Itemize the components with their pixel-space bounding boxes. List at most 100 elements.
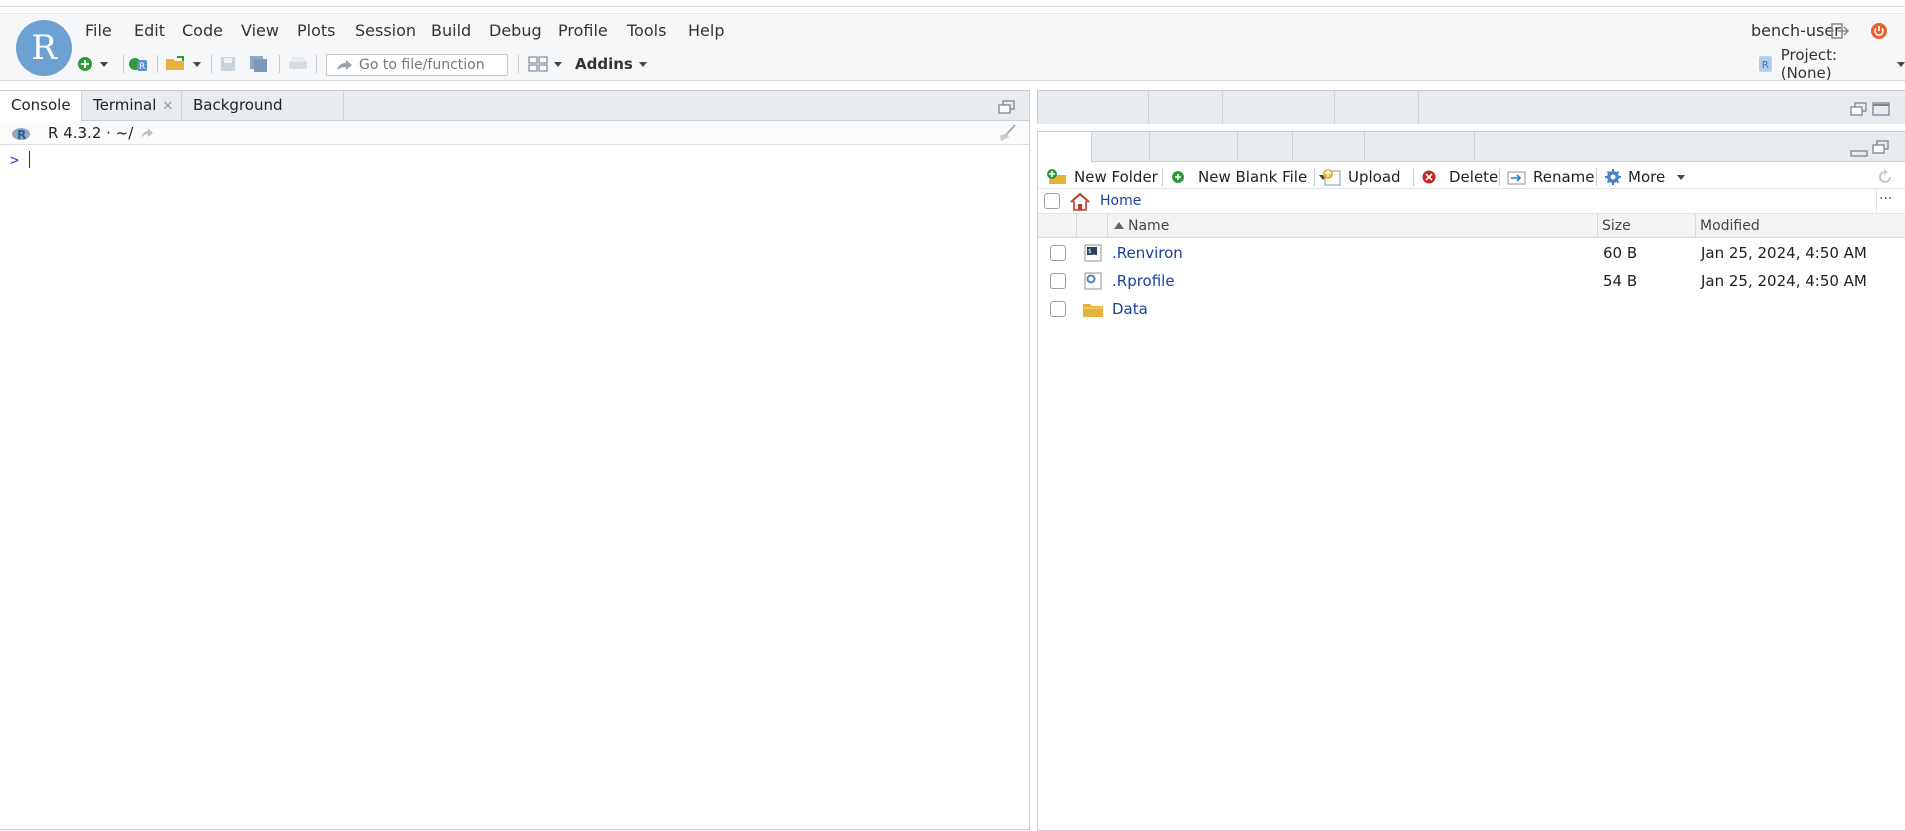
- new-project-button[interactable]: R: [128, 53, 148, 75]
- table-row[interactable]: $_ .Renviron 60 B Jan 25, 2024, 4:50 AM: [1038, 239, 1905, 267]
- console-tabstrip: Console Terminal✕ Background Jobs✕: [0, 91, 1029, 142]
- breadcrumb-home[interactable]: Home: [1100, 189, 1141, 213]
- row-checkbox[interactable]: [1050, 245, 1066, 261]
- new-file-icon: [78, 57, 92, 71]
- open-file-button[interactable]: [165, 53, 201, 75]
- folder-open-icon: [166, 56, 184, 70]
- menu-tools[interactable]: Tools: [627, 14, 666, 48]
- upload-button[interactable]: Upload: [1322, 167, 1401, 187]
- menu-debug[interactable]: Debug: [489, 14, 542, 48]
- gear-icon: [1605, 169, 1621, 185]
- go-to-directory-icon[interactable]: [140, 127, 154, 139]
- column-size-header[interactable]: Size: [1597, 214, 1695, 238]
- chevron-down-icon: [1677, 174, 1686, 180]
- tab-packages[interactable]: [1150, 132, 1238, 162]
- more-button[interactable]: More: [1604, 167, 1686, 187]
- sign-out-icon[interactable]: [1831, 23, 1849, 39]
- files-tabstrip: [1038, 132, 1905, 163]
- tab-console[interactable]: Console: [0, 91, 82, 122]
- menu-view[interactable]: View: [241, 14, 279, 48]
- tab-tutorial[interactable]: [1335, 91, 1419, 124]
- project-menu[interactable]: R Project: (None): [1757, 46, 1905, 82]
- column-name-header[interactable]: Name: [1107, 214, 1597, 238]
- close-icon[interactable]: ✕: [162, 99, 173, 114]
- menu-edit[interactable]: Edit: [134, 14, 165, 48]
- rename-button[interactable]: Rename: [1507, 167, 1595, 187]
- menu-code[interactable]: Code: [182, 14, 223, 48]
- select-all-checkbox[interactable]: [1044, 193, 1060, 209]
- maximize-pane-icon[interactable]: [1872, 102, 1890, 116]
- svg-text:R: R: [17, 128, 26, 142]
- restore-pane-icon[interactable]: [1850, 102, 1868, 116]
- upload-icon: [1323, 169, 1341, 186]
- addins-menu[interactable]: Addins: [575, 53, 647, 75]
- console-cursor[interactable]: [29, 151, 30, 168]
- goto-file-box[interactable]: [326, 54, 508, 76]
- grid-layout-icon: [528, 56, 548, 72]
- window-top-strip: [0, 0, 1905, 7]
- file-name-link[interactable]: .Rprofile: [1112, 267, 1175, 295]
- row-checkbox[interactable]: [1050, 273, 1066, 289]
- menu-plots[interactable]: Plots: [297, 14, 336, 48]
- r-version-label: R 4.3.2 · ~/: [48, 124, 134, 142]
- goto-file-input[interactable]: [359, 57, 499, 73]
- table-row[interactable]: Data: [1038, 295, 1905, 323]
- home-icon[interactable]: [1069, 192, 1091, 211]
- tab-history[interactable]: [1149, 91, 1223, 124]
- tab-files[interactable]: [1038, 132, 1092, 163]
- column-modified-header[interactable]: Modified: [1695, 214, 1905, 238]
- menu-help[interactable]: Help: [688, 14, 724, 48]
- power-icon[interactable]: [1870, 22, 1888, 40]
- svg-text:R: R: [1762, 60, 1769, 71]
- print-icon: [289, 57, 307, 69]
- save-all-button[interactable]: [249, 53, 269, 75]
- tab-presentation[interactable]: [1365, 132, 1475, 162]
- folder-name-link[interactable]: Data: [1112, 295, 1148, 323]
- print-button[interactable]: [288, 53, 308, 75]
- tab-connections[interactable]: [1223, 91, 1335, 124]
- menu-session[interactable]: Session: [355, 14, 416, 48]
- new-folder-button[interactable]: New Folder: [1046, 167, 1158, 187]
- rprofile-file-icon: [1084, 272, 1102, 290]
- table-row[interactable]: .Rprofile 54 B Jan 25, 2024, 4:50 AM: [1038, 267, 1905, 295]
- broom-icon[interactable]: [996, 124, 1018, 142]
- user-name: bench-user: [1751, 21, 1841, 40]
- restore-pane-icon[interactable]: [998, 100, 1016, 114]
- tab-plots[interactable]: [1092, 132, 1150, 162]
- svg-text:$_: $_: [1088, 248, 1096, 255]
- console-info-bar: R R 4.3.2 · ~/: [0, 121, 1029, 145]
- chevron-down-icon: [100, 61, 108, 67]
- delete-button[interactable]: Delete: [1421, 167, 1498, 187]
- tab-environment[interactable]: [1038, 91, 1149, 124]
- new-file-button[interactable]: [76, 53, 108, 75]
- menu-profile[interactable]: Profile: [558, 14, 608, 48]
- more-options-icon[interactable]: ...: [1879, 187, 1892, 203]
- new-blank-file-button[interactable]: New Blank File: [1170, 167, 1328, 187]
- environment-tabstrip: [1038, 91, 1905, 124]
- pane-layout-button[interactable]: [528, 53, 562, 75]
- refresh-icon[interactable]: [1876, 168, 1894, 186]
- minimize-pane-icon[interactable]: [1850, 144, 1868, 158]
- row-checkbox[interactable]: [1050, 301, 1066, 317]
- file-name-link[interactable]: .Renviron: [1112, 239, 1183, 267]
- console-prompt: >: [10, 151, 20, 169]
- tab-background-jobs[interactable]: Background Jobs✕: [182, 91, 344, 142]
- save-all-icon: [250, 56, 267, 72]
- main-toolbar: R Addins R Project: (None): [0, 46, 1905, 82]
- breadcrumb: Home ...: [1038, 187, 1905, 214]
- environment-pane: [1037, 90, 1905, 124]
- tab-help[interactable]: [1238, 132, 1293, 162]
- save-button[interactable]: [219, 53, 237, 75]
- restore-pane-icon[interactable]: [1872, 140, 1890, 154]
- r-logo-icon: R: [12, 128, 30, 142]
- save-icon: [221, 57, 235, 71]
- menu-file[interactable]: File: [85, 14, 112, 48]
- menu-build[interactable]: Build: [431, 14, 471, 48]
- tab-terminal[interactable]: Terminal ✕: [82, 91, 182, 121]
- tab-viewer[interactable]: [1293, 132, 1365, 162]
- delete-icon: [1422, 170, 1436, 184]
- new-folder-icon: [1047, 169, 1066, 184]
- files-pane: New Folder New Blank File Upload Delete …: [1037, 131, 1905, 831]
- rstudio-logo: R: [16, 20, 72, 76]
- addins-label: Addins: [575, 55, 633, 73]
